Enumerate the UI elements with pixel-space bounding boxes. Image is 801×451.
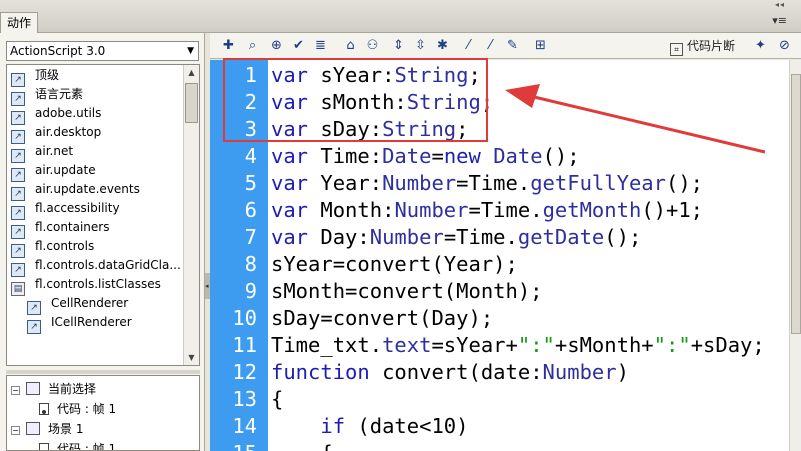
annotation-arrow (505, 84, 766, 154)
